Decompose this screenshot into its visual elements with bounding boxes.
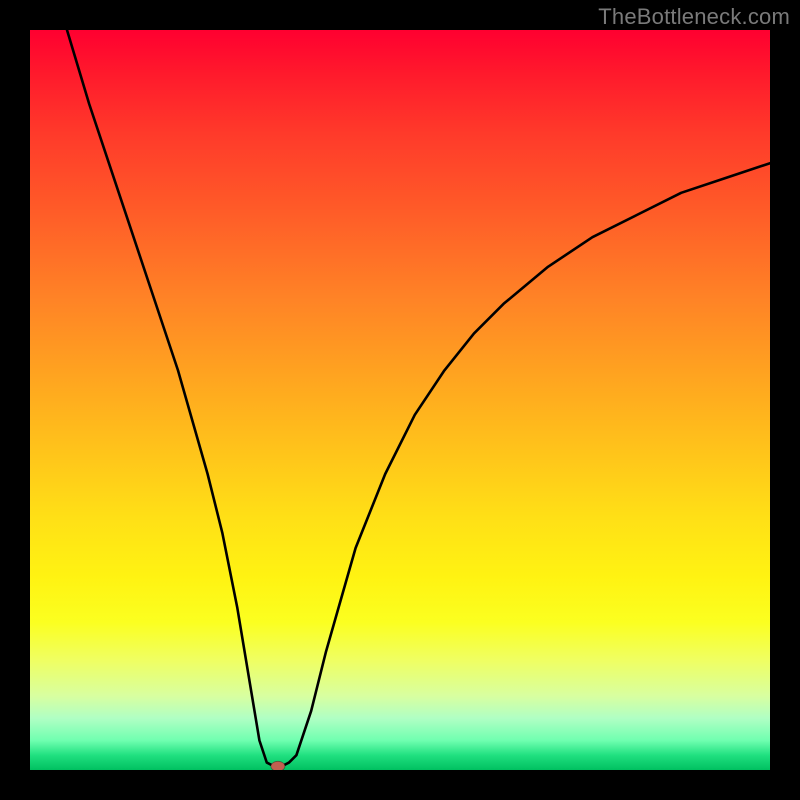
- bottleneck-curve: [67, 30, 770, 766]
- plot-area: [30, 30, 770, 770]
- chart-frame: TheBottleneck.com: [0, 0, 800, 800]
- curve-layer: [30, 30, 770, 770]
- watermark-text: TheBottleneck.com: [598, 4, 790, 30]
- optimal-point-dot: [271, 761, 285, 770]
